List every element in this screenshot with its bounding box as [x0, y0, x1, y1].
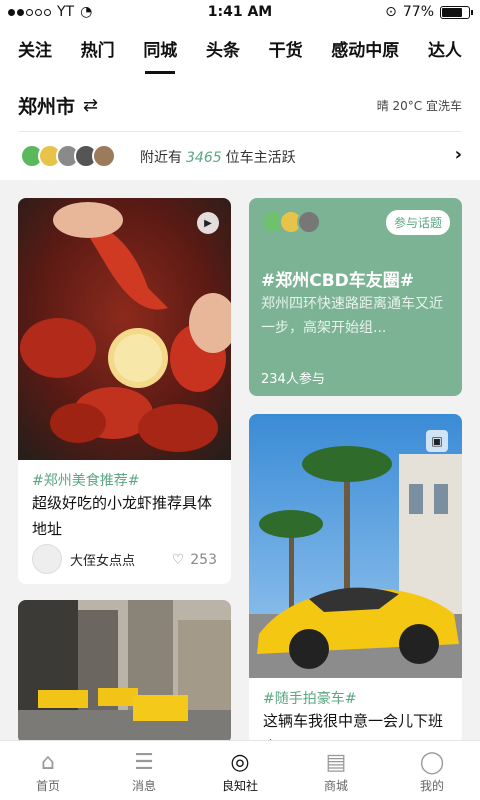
- city-name: 郑州市: [18, 96, 76, 118]
- gallery-icon[interactable]: ▣: [426, 430, 448, 452]
- avatar: [92, 144, 116, 168]
- status-bar: YT ◔ 1:41 AM ⊙ 77%: [0, 0, 480, 26]
- post-card[interactable]: ▣ #随手拍豪车# 这辆车我很中意一会儿下班去买买: [249, 414, 462, 744]
- swap-arrows-icon: ⇄: [83, 95, 99, 116]
- nearby-prefix: 附近有: [140, 150, 182, 166]
- avatar: [32, 544, 62, 574]
- play-icon[interactable]: ▶: [197, 212, 219, 234]
- nav-label: 我的: [419, 779, 444, 793]
- author-name: 大侄女点点: [70, 553, 136, 569]
- post-tag[interactable]: #郑州美食推荐#: [32, 470, 139, 490]
- nav-liangzhishe[interactable]: ◎ 良知社: [192, 741, 288, 800]
- topic-card[interactable]: 参与话题 #郑州CBD车友圈# 郑州四环快速路距离通车又近一步，高架开始组...…: [249, 198, 462, 396]
- profile-icon: ◯: [419, 750, 445, 775]
- post-image: [18, 600, 231, 744]
- join-topic-button[interactable]: 参与话题: [385, 210, 450, 235]
- heart-icon: ♡: [171, 552, 185, 568]
- post-card[interactable]: ▶ #郑州美食推荐# 超级好吃的小龙虾推荐具体地址 大侄女点点 ♡ 253: [18, 198, 231, 584]
- home-icon: ⌂: [41, 750, 55, 775]
- rotation-lock-icon: ⊙: [385, 4, 397, 20]
- nearby-count: 3465: [186, 150, 222, 166]
- message-icon: ☰: [134, 750, 154, 775]
- post-image: [18, 198, 231, 460]
- nearby-suffix: 位车主活跃: [225, 150, 296, 166]
- battery-percent: 77%: [402, 4, 434, 20]
- nav-profile[interactable]: ◯ 我的: [384, 741, 480, 800]
- like-count: 253: [190, 552, 217, 568]
- topic-title: #郑州CBD车友圈#: [261, 271, 415, 291]
- post-card[interactable]: [18, 600, 231, 744]
- nav-label: 消息: [131, 779, 156, 793]
- city-selector[interactable]: 郑州市 ⇄: [18, 92, 98, 119]
- like-button[interactable]: ♡ 253: [172, 552, 217, 568]
- bottom-nav: ⌂ 首页 ☰ 消息 ◎ 良知社 ▤ 商城 ◯ 我的: [0, 740, 480, 800]
- planet-icon: ◎: [230, 750, 250, 775]
- shop-icon: ▤: [325, 750, 347, 775]
- tab-daren[interactable]: 达人: [428, 26, 462, 82]
- nav-label: 商城: [323, 779, 348, 793]
- top-tab-bar: 关注 热门 同城 头条 干货 感动中原 达人: [0, 26, 480, 82]
- post-title: 这辆车我很中意一会儿下班去买买: [263, 712, 444, 744]
- nav-shop[interactable]: ▤ 商城: [288, 741, 384, 800]
- tab-guanzhu[interactable]: 关注: [18, 26, 52, 82]
- post-tag[interactable]: #随手拍豪车#: [263, 688, 356, 708]
- post-author[interactable]: 大侄女点点: [32, 544, 135, 574]
- nav-messages[interactable]: ☰ 消息: [96, 741, 192, 800]
- chevron-right-icon: ›: [454, 144, 462, 165]
- post-image: [249, 414, 462, 678]
- nav-label: 良知社: [221, 779, 258, 793]
- nearby-owners-row[interactable]: 附近有 3465 位车主活跃 ›: [0, 132, 480, 180]
- tab-ganhuo[interactable]: 干货: [269, 26, 303, 82]
- tab-remen[interactable]: 热门: [81, 26, 115, 82]
- nav-home[interactable]: ⌂ 首页: [0, 741, 96, 800]
- tab-toutiao[interactable]: 头条: [206, 26, 240, 82]
- avatar-stack: [20, 144, 116, 168]
- avatar: [297, 210, 321, 234]
- battery-icon: [440, 5, 473, 19]
- tab-gandong-zhongyuan[interactable]: 感动中原: [331, 26, 399, 82]
- city-row: 郑州市 ⇄ 晴 20°C 宜洗车: [0, 82, 480, 132]
- topic-avatars: [261, 210, 321, 234]
- post-title: 超级好吃的小龙虾推荐具体地址: [32, 494, 213, 538]
- topic-description: 郑州四环快速路距离通车又近一步，高架开始组...: [261, 296, 443, 336]
- nav-label: 首页: [35, 779, 60, 793]
- tab-tongcheng[interactable]: 同城: [143, 26, 177, 82]
- topic-participants: 234人参与: [261, 372, 325, 387]
- weather-info: 晴 20°C 宜洗车: [376, 99, 462, 113]
- nearby-text: 附近有 3465 位车主活跃: [140, 147, 296, 167]
